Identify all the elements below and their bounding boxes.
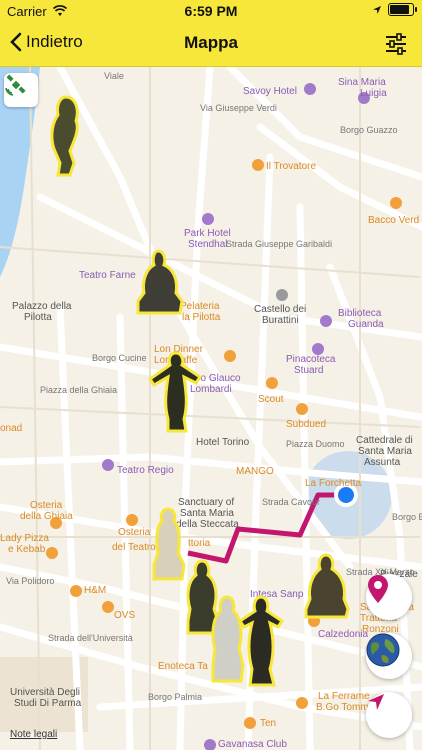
map-label: Biblioteca	[338, 308, 382, 319]
satellite-icon	[5, 74, 26, 96]
shop-poi-icon[interactable]	[70, 585, 82, 597]
map-label: Scout	[258, 394, 284, 405]
map-label: Osteria	[30, 500, 63, 511]
map-label: Savoy Hotel	[243, 86, 297, 97]
map-label: la Pilotta	[182, 312, 221, 323]
shop-poi-icon[interactable]	[266, 377, 278, 389]
map-label: Via Polidoro	[6, 576, 55, 586]
map-label: Borgo Cucine	[92, 353, 147, 363]
map-label: Borgo Guazzo	[340, 125, 398, 135]
recenter-location-button[interactable]	[366, 692, 412, 738]
map-label: Ten	[260, 718, 277, 729]
map-label: Via Giuseppe Verdi	[200, 103, 277, 113]
map-label: Strada Giuseppe Garibaldi	[226, 239, 333, 249]
map-label: Santa Maria	[180, 508, 234, 519]
restaurant-poi-icon[interactable]	[244, 717, 256, 729]
filter-sliders-icon[interactable]	[384, 32, 408, 56]
map-label: onad	[0, 423, 23, 434]
location-services-icon	[373, 5, 381, 14]
map-type-button[interactable]	[366, 633, 412, 679]
map-label: Subdued	[286, 419, 327, 430]
map-label: Teatro Regio	[117, 465, 174, 476]
map-label: Il Trovatore	[266, 161, 317, 172]
map-label: Palazzo della	[12, 301, 72, 312]
restaurant-poi-icon[interactable]	[126, 514, 138, 526]
map-label: Pilotta	[24, 312, 52, 323]
clock: 6:59 PM	[184, 3, 238, 19]
map-label: Borgo Palmia	[148, 692, 203, 702]
castle-poi-icon[interactable]	[276, 289, 288, 301]
page-title: Mappa	[184, 33, 238, 52]
map-label: Studi Di Parma	[14, 698, 82, 709]
restaurant-poi-icon[interactable]	[46, 547, 58, 559]
map-label: Piazza della Ghiaia	[40, 385, 118, 395]
points-of-interest-button[interactable]	[366, 574, 412, 620]
shop-poi-icon[interactable]	[102, 601, 114, 613]
map-label: Teatro Farne	[79, 270, 136, 281]
map-label: Lady Pizza	[0, 533, 49, 544]
map-label: Viale	[104, 71, 124, 81]
map-label: ttoria	[188, 538, 211, 549]
map-label: Strada dell'Università	[48, 633, 133, 643]
map-label: Luigia	[360, 88, 387, 99]
map-label: Gavanasa Club	[218, 739, 287, 750]
map-label: Calzedonia	[318, 629, 369, 640]
battery-icon	[388, 3, 417, 16]
map-label: B.Go Tomm	[316, 702, 369, 713]
shop-poi-icon[interactable]	[296, 403, 308, 415]
map-pin-icon	[368, 575, 388, 603]
restaurant-poi-icon[interactable]	[252, 159, 264, 171]
map-label: Bacco Verd	[368, 215, 420, 226]
map-view[interactable]: Sina Maria Luigia Savoy Hotel Borgo Guazzo I…	[0, 67, 422, 750]
hotel-poi-icon[interactable]	[202, 213, 214, 225]
map-label: La Forchetta	[305, 478, 362, 489]
map-label: Guanda	[348, 319, 384, 330]
map-label: Castello dei	[254, 304, 307, 315]
legal-notes-link[interactable]: Note legali	[10, 729, 57, 740]
theatre-poi-icon[interactable]	[102, 459, 114, 471]
map-label: della Ghiaia	[20, 511, 73, 522]
map-label: OVS	[114, 610, 136, 621]
map-label: Stuard	[294, 365, 324, 376]
map-label: Università Degli	[10, 687, 81, 698]
map-label: Hotel Torino	[196, 437, 250, 448]
map-label: Strada Cavour	[262, 497, 321, 507]
statue-marker[interactable]	[132, 247, 186, 317]
map-label: e Kebab	[8, 544, 46, 555]
map-label: Borgo Bruno Longhi	[392, 512, 422, 522]
map-label: Santa Maria	[358, 446, 412, 457]
restaurant-poi-icon[interactable]	[224, 350, 236, 362]
shop-poi-icon[interactable]	[296, 697, 308, 709]
location-arrow-icon	[368, 694, 384, 710]
hotel-poi-icon[interactable]	[304, 83, 316, 95]
status-bar: Carrier 6:59 PM	[0, 0, 422, 22]
map-label: Burattini	[262, 315, 299, 326]
earth-globe-icon	[366, 633, 400, 667]
club-poi-icon[interactable]	[204, 739, 216, 750]
restaurant-poi-icon[interactable]	[390, 197, 402, 209]
map-label: Park Hotel	[184, 228, 231, 239]
navigation-bar: Indietro Mappa	[0, 22, 422, 67]
statue-marker[interactable]	[300, 551, 352, 621]
map-label: Stendhal	[188, 239, 228, 250]
map-label: Enoteca Ta	[158, 661, 208, 672]
map-label: Cattedrale di	[356, 435, 413, 446]
map-label: Piazza Duomo	[286, 439, 345, 449]
map-label: La Ferrame	[318, 691, 370, 702]
statue-marker[interactable]	[236, 593, 286, 689]
statue-marker[interactable]	[146, 349, 206, 435]
library-poi-icon[interactable]	[320, 315, 332, 327]
map-label: MANGO	[236, 466, 274, 477]
satellite-toggle[interactable]	[4, 73, 38, 107]
map-label: Osteria	[118, 527, 151, 538]
map-label: Assunta	[364, 457, 401, 468]
statue-marker[interactable]	[44, 93, 88, 179]
user-location-dot	[338, 487, 354, 503]
map-label: Sina Maria	[338, 77, 386, 88]
map-label: Pinacoteca	[286, 354, 336, 365]
map-label: H&M	[84, 585, 107, 596]
